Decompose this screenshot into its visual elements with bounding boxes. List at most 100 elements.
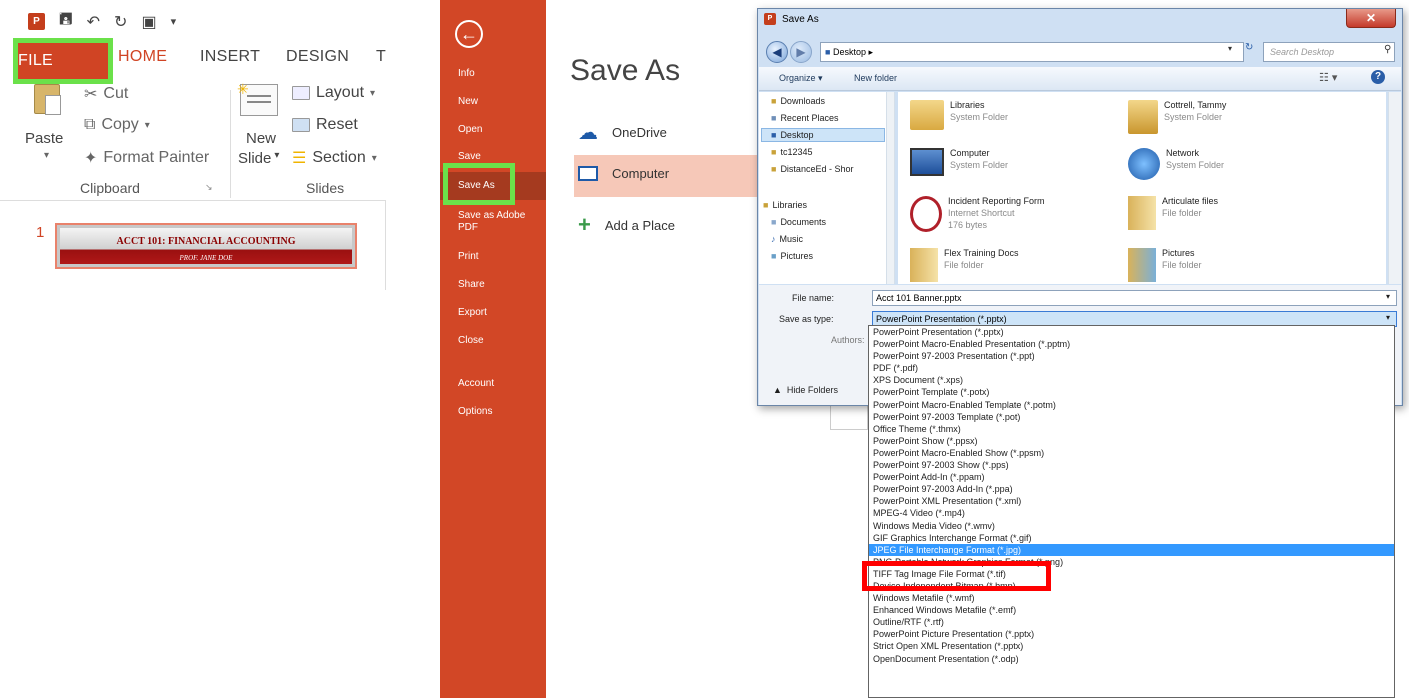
start-slideshow-icon[interactable]: ▣ (141, 12, 156, 32)
file-item[interactable]: Network System Folder (1128, 148, 1348, 180)
dropdown-option[interactable]: MPEG-4 Video (*.mp4) (869, 507, 1394, 519)
layout-icon (292, 86, 310, 100)
dropdown-option[interactable]: Enhanced Windows Metafile (*.emf) (869, 604, 1394, 616)
place-add[interactable]: + Add a Place (578, 212, 675, 238)
file-item[interactable]: Cottrell, Tammy System Folder (1128, 100, 1348, 134)
forward-icon[interactable]: ▶ (790, 41, 812, 63)
backstage-item-close[interactable]: Close (458, 335, 484, 346)
organize-button[interactable]: Organize ▾ (779, 73, 823, 84)
new-slide-button[interactable]: ✳ (237, 81, 280, 120)
format-painter-button[interactable]: ✦ Format Painter (84, 148, 209, 168)
dropdown-option[interactable]: PowerPoint Presentation (*.pptx) (869, 326, 1394, 338)
refresh-icon[interactable]: ↻ (1245, 42, 1253, 53)
dropdown-option[interactable]: PowerPoint Template (*.potx) (869, 386, 1394, 398)
slide-thumbnail[interactable]: ACCT 101: FINANCIAL ACCOUNTING PROF. JAN… (55, 223, 357, 269)
layout-button[interactable]: Layout ▾ (292, 84, 375, 102)
back-icon[interactable]: ◀ (766, 41, 788, 63)
dropdown-option[interactable]: Strict Open XML Presentation (*.pptx) (869, 640, 1394, 652)
file-item[interactable]: Articulate files File folder (1128, 196, 1348, 230)
dropdown-option[interactable]: Outline/RTF (*.rtf) (869, 616, 1394, 628)
tab-insert[interactable]: INSERT (200, 48, 260, 66)
reset-button[interactable]: Reset (292, 116, 358, 134)
dropdown-option[interactable]: XPS Document (*.xps) (869, 374, 1394, 386)
pictures-icon: ■ (771, 251, 777, 261)
search-input[interactable]: Search Desktop (1263, 42, 1395, 62)
tree-item-libraries[interactable]: ■ Libraries (763, 200, 807, 210)
dropdown-option[interactable]: PowerPoint 97-2003 Template (*.pot) (869, 411, 1394, 423)
tab-transitions[interactable]: T (376, 48, 386, 66)
tree-item-desktop[interactable]: ■ Desktop (771, 130, 813, 140)
tree-item-documents[interactable]: ■ Documents (771, 217, 826, 227)
chevron-down-icon[interactable]: ▾ (44, 150, 49, 161)
file-type: System Folder (1164, 112, 1223, 122)
cut-button[interactable]: ✂ Cut (84, 84, 128, 104)
dropdown-option[interactable]: PowerPoint Add-In (*.ppam) (869, 471, 1394, 483)
tree-item-tc12345[interactable]: ■ tc12345 (771, 147, 812, 157)
redo-icon[interactable]: ↻ (114, 12, 127, 32)
dropdown-option[interactable]: PowerPoint Show (*.ppsx) (869, 435, 1394, 447)
dropdown-option[interactable]: Windows Metafile (*.wmf) (869, 592, 1394, 604)
backstage-item-save-as-pdf[interactable]: Save as Adobe PDF (458, 210, 538, 234)
paste-button[interactable] (34, 84, 64, 128)
undo-icon[interactable]: ↶ (87, 12, 100, 32)
dropdown-option[interactable]: GIF Graphics Interchange Format (*.gif) (869, 532, 1394, 544)
tree-item-music[interactable]: ♪ Music (771, 234, 803, 244)
address-bar[interactable]: ■ Desktop ▸ (820, 42, 1244, 62)
dropdown-option[interactable]: PDF (*.pdf) (869, 362, 1394, 374)
file-item[interactable]: Computer System Folder (910, 148, 1130, 176)
dropdown-option[interactable]: PowerPoint XML Presentation (*.xml) (869, 495, 1394, 507)
back-arrow-icon[interactable]: ← (455, 20, 483, 48)
dropdown-option[interactable]: PowerPoint Macro-Enabled Template (*.pot… (869, 399, 1394, 411)
backstage-item-export[interactable]: Export (458, 307, 487, 318)
backstage-item-print[interactable]: Print (458, 251, 479, 262)
tab-design[interactable]: DESIGN (286, 48, 349, 66)
backstage-item-account[interactable]: Account (458, 378, 494, 389)
view-options-icon[interactable]: ☷ ▾ (1319, 71, 1337, 84)
dropdown-option[interactable]: PowerPoint 97-2003 Presentation (*.ppt) (869, 350, 1394, 362)
new-folder-button[interactable]: New folder (854, 73, 897, 83)
tree-item-recent-places[interactable]: ■ Recent Places (771, 113, 838, 123)
dropdown-option[interactable]: Office Theme (*.thmx) (869, 423, 1394, 435)
tab-home[interactable]: HOME (118, 48, 167, 66)
tab-file[interactable]: FILE (13, 38, 113, 84)
dropdown-option[interactable]: PowerPoint Macro-Enabled Presentation (*… (869, 338, 1394, 350)
dropdown-option[interactable]: PowerPoint 97-2003 Show (*.pps) (869, 459, 1394, 471)
section-button[interactable]: ☰ Section ▾ (292, 148, 377, 168)
dropdown-option[interactable]: OpenDocument Presentation (*.odp) (869, 653, 1394, 665)
chevron-down-icon[interactable]: ▾ (1386, 313, 1390, 322)
chevron-down-icon[interactable]: ▾ (1386, 292, 1390, 301)
backstage-item-share[interactable]: Share (458, 279, 485, 290)
customize-qat-icon[interactable]: ▾ (171, 15, 177, 28)
dropdown-option[interactable]: PowerPoint 97-2003 Add-In (*.ppa) (869, 483, 1394, 495)
tree-item-distanceed[interactable]: ■ DistanceEd - Shor (771, 164, 853, 174)
tree-label: Recent Places (780, 113, 839, 123)
file-item[interactable]: Libraries System Folder (910, 100, 1130, 130)
dialog-launcher-icon[interactable]: ↘ (205, 182, 213, 193)
backstage-item-save[interactable]: Save (458, 151, 481, 162)
jpeg-highlight-callout (862, 561, 1051, 591)
dropdown-option[interactable]: JPEG File Interchange Format (*.jpg) (869, 543, 1394, 556)
place-onedrive[interactable]: ☁ OneDrive (578, 120, 667, 145)
place-computer[interactable]: Computer (578, 166, 669, 181)
dropdown-option[interactable]: PowerPoint Picture Presentation (*.pptx) (869, 628, 1394, 640)
chevron-down-icon[interactable]: ▾ (1228, 44, 1232, 53)
tree-item-pictures[interactable]: ■ Pictures (771, 251, 813, 261)
backstage-item-options[interactable]: Options (458, 406, 492, 417)
file-item[interactable]: Incident Reporting Form Internet Shortcut… (910, 196, 1130, 232)
file-list-scrollbar[interactable] (1388, 92, 1401, 284)
tree-item-downloads[interactable]: ■ Downloads (771, 96, 825, 106)
help-icon[interactable]: ? (1371, 70, 1385, 84)
tree-scrollbar[interactable] (886, 92, 894, 284)
dropdown-option[interactable]: Windows Media Video (*.wmv) (869, 520, 1394, 532)
backstage-item-info[interactable]: Info (458, 68, 475, 79)
file-item[interactable]: Flex Training Docs File folder (910, 248, 1130, 282)
backstage-item-open[interactable]: Open (458, 124, 482, 135)
copy-button[interactable]: ⧉ Copy ▾ (84, 116, 150, 134)
hide-folders-button[interactable]: ▲ Hide Folders (773, 385, 838, 395)
close-button[interactable]: ✕ (1346, 9, 1396, 28)
save-icon[interactable]: 🖪 (59, 8, 73, 35)
backstage-item-new[interactable]: New (458, 96, 478, 107)
file-name-input[interactable]: Acct 101 Banner.pptx (872, 290, 1397, 306)
file-item[interactable]: Pictures File folder (1128, 248, 1348, 282)
dropdown-option[interactable]: PowerPoint Macro-Enabled Show (*.ppsm) (869, 447, 1394, 459)
